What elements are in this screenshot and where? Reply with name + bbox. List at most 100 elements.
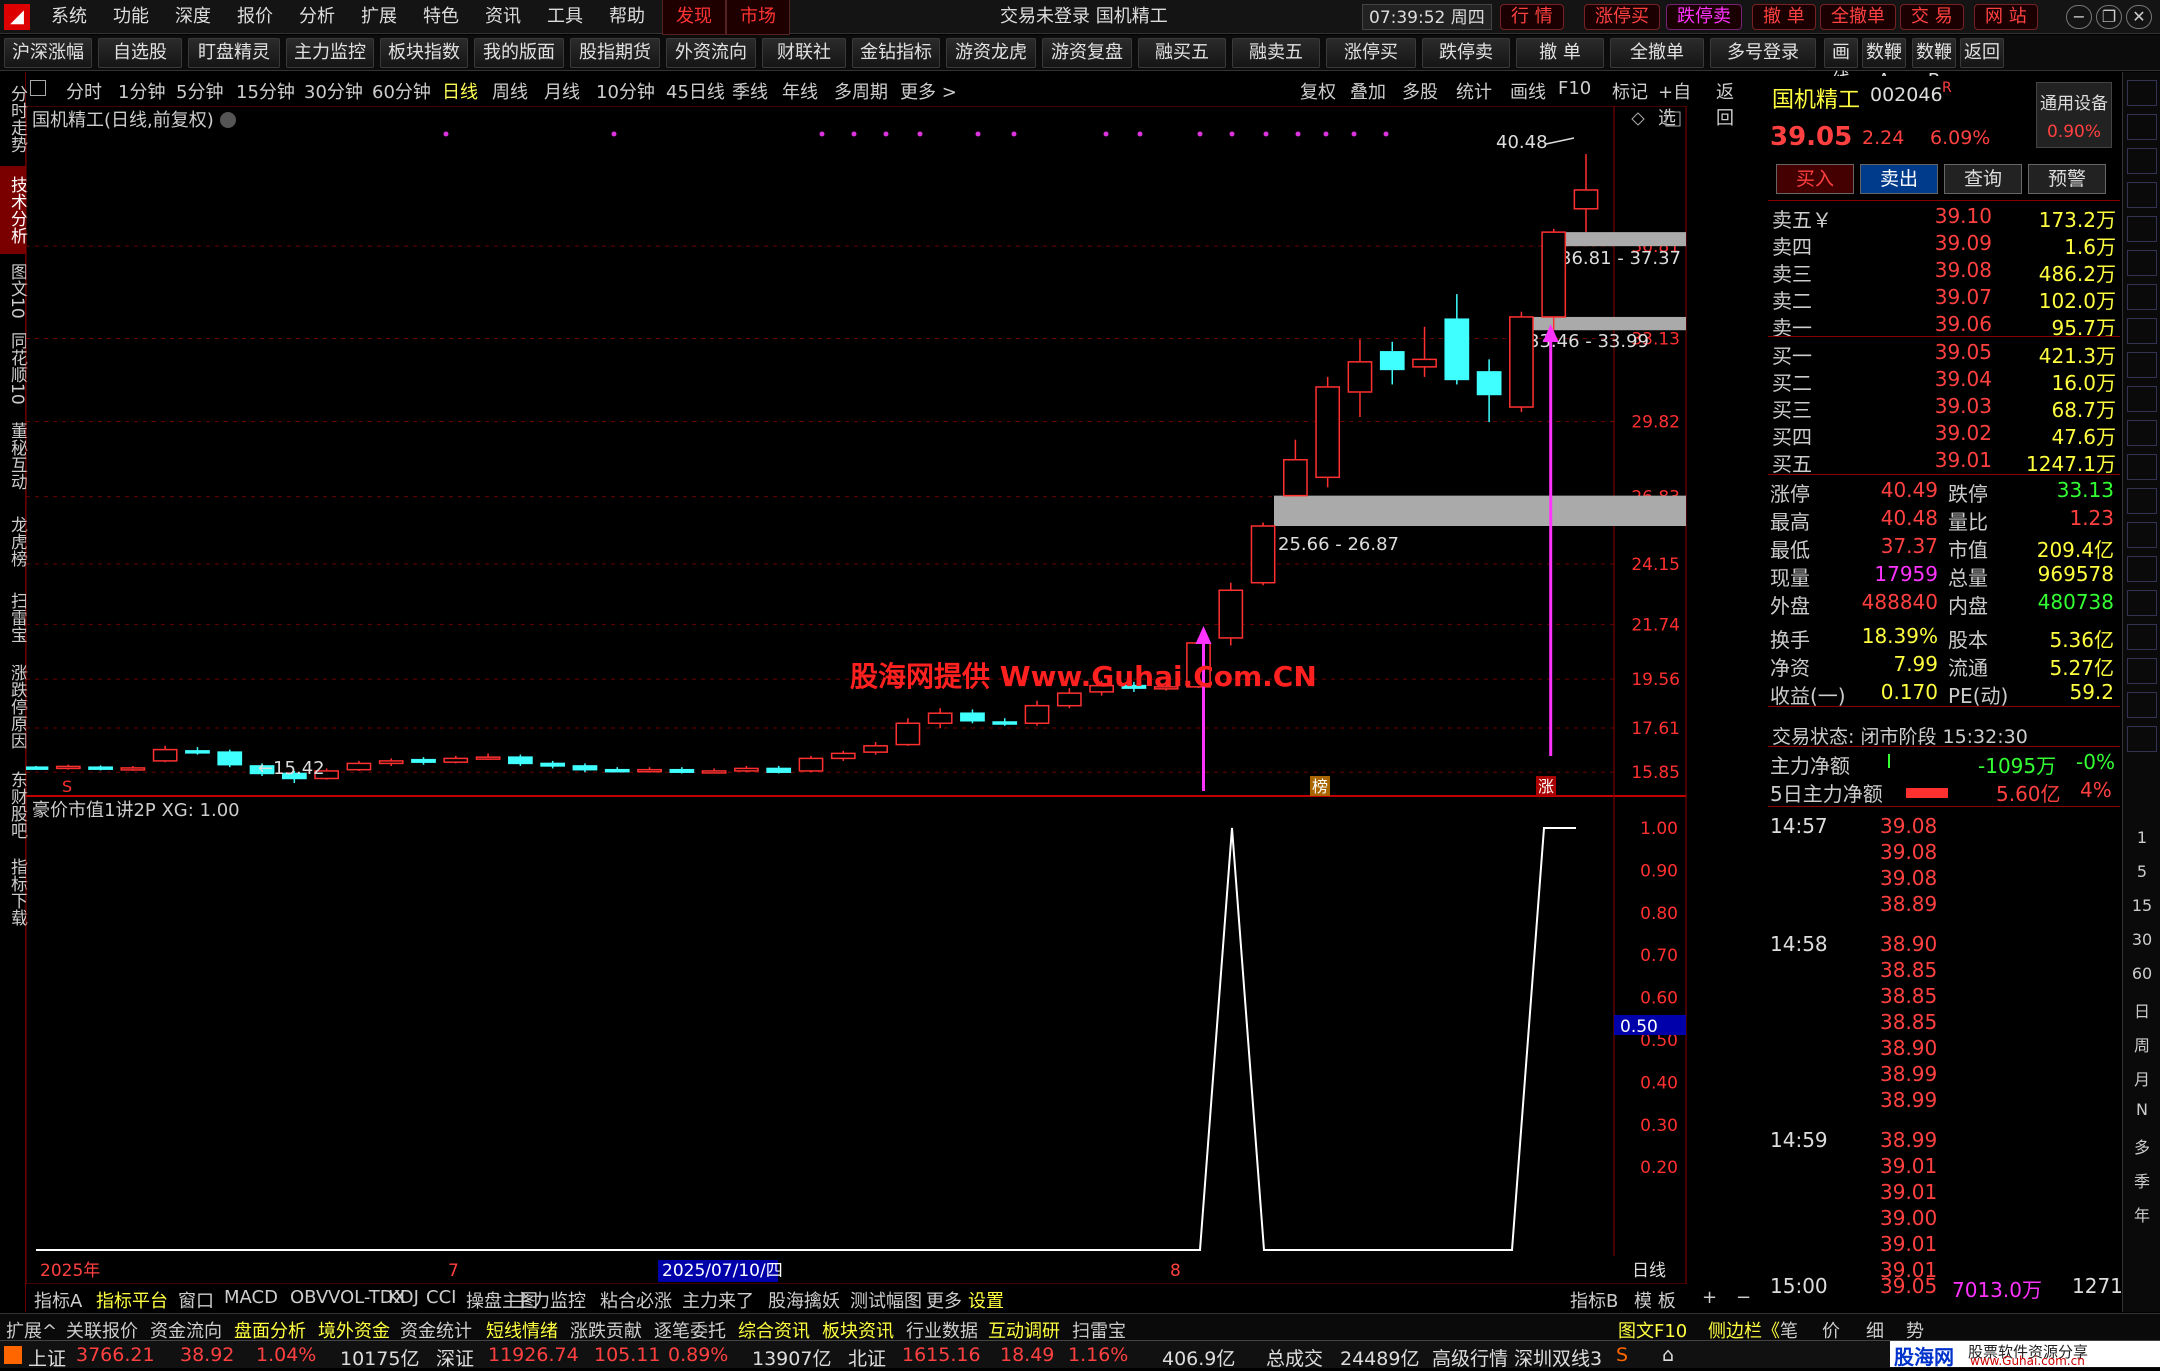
menu-item[interactable]: 分析 xyxy=(286,0,348,34)
chart-tool[interactable]: 多股 xyxy=(1402,78,1438,104)
trade-button[interactable]: 卖出 xyxy=(1860,164,1938,194)
tool-icon[interactable] xyxy=(2127,420,2157,446)
tool-icon[interactable] xyxy=(2127,454,2157,480)
period-tab[interactable]: 30分钟 xyxy=(304,78,363,104)
left-nav-item[interactable]: 技术分析 xyxy=(0,166,27,254)
menu-hl-item[interactable]: 发现 xyxy=(662,0,726,35)
chart-tool[interactable]: 叠加 xyxy=(1350,78,1386,104)
period-tab[interactable]: 10分钟 xyxy=(596,78,655,104)
tool-icon[interactable] xyxy=(2127,250,2157,276)
title-button[interactable]: 跌停卖 xyxy=(1666,4,1742,30)
toggle-panel-icon[interactable] xyxy=(30,80,46,96)
indicator-tool[interactable]: + xyxy=(1702,1287,1717,1308)
indicator-tab[interactable]: 窗口 xyxy=(178,1287,214,1313)
tool-icon[interactable] xyxy=(2127,318,2157,344)
toolbar-button[interactable]: 画线 xyxy=(1824,38,1858,91)
menu-item[interactable]: 扩展 xyxy=(348,0,410,34)
period-shortcut[interactable]: 多 xyxy=(2127,1134,2157,1158)
toolbar-button[interactable]: 主力监控 xyxy=(286,38,374,68)
period-tab[interactable]: 15分钟 xyxy=(236,78,295,104)
toolbar-button[interactable]: 全撤单 xyxy=(1610,38,1704,68)
period-shortcut[interactable]: 月 xyxy=(2127,1066,2157,1090)
indicator-tab[interactable]: OBV xyxy=(290,1287,328,1308)
tool-icon[interactable] xyxy=(2127,488,2157,514)
toolbar-button[interactable]: 数鞭B xyxy=(1912,38,1956,91)
menu-item[interactable]: 深度 xyxy=(162,0,224,34)
period-tab[interactable]: 45日线 xyxy=(666,78,725,104)
indicator-tab[interactable]: 设置 xyxy=(968,1287,1004,1313)
left-nav-item[interactable]: 董秘互动 xyxy=(0,412,27,500)
menu-item[interactable]: 系统 xyxy=(38,0,100,34)
menu-item[interactable]: 特色 xyxy=(410,0,472,34)
tool-icon[interactable] xyxy=(2127,352,2157,378)
indicator-tool[interactable]: 模 板 xyxy=(1634,1287,1676,1313)
menu-item[interactable]: 帮助 xyxy=(596,0,658,34)
sogou-icon[interactable]: S xyxy=(1616,1344,1628,1366)
left-nav-item[interactable]: 分时走势 xyxy=(0,76,27,162)
toolbar-button[interactable]: 游资复盘 xyxy=(1042,38,1132,68)
toolbar-button[interactable]: 数鞭A xyxy=(1862,38,1906,91)
toolbar-button[interactable]: 沪深涨幅 xyxy=(4,38,92,68)
indicator-tab[interactable]: 测试幅图 xyxy=(850,1287,922,1313)
tool-icon[interactable] xyxy=(2127,556,2157,582)
period-shortcut[interactable]: 季 xyxy=(2127,1168,2157,1192)
period-tab[interactable]: 更多 > xyxy=(900,78,957,104)
expand-icon[interactable] xyxy=(4,1346,22,1364)
indicator-tool[interactable]: 指标B xyxy=(1570,1287,1618,1313)
chart-tool[interactable]: 标记 xyxy=(1612,78,1648,104)
chart-tool[interactable]: 复权 xyxy=(1300,78,1336,104)
period-shortcut[interactable]: 日 xyxy=(2127,998,2157,1022)
toolbar-button[interactable]: 涨停买 xyxy=(1326,38,1416,68)
toolbar-button[interactable]: 盯盘精灵 xyxy=(188,38,280,68)
tool-icon[interactable] xyxy=(2127,658,2157,684)
period-tab[interactable]: 多周期 xyxy=(834,78,888,104)
tool-icon[interactable] xyxy=(2127,692,2157,718)
title-button[interactable]: 网 站 xyxy=(1974,4,2038,30)
title-button[interactable]: 交 易 xyxy=(1900,4,1964,30)
trade-button[interactable]: 买入 xyxy=(1776,164,1854,194)
chart-tool[interactable]: 统计 xyxy=(1456,78,1492,104)
tool-icon[interactable] xyxy=(2127,182,2157,208)
left-nav-item[interactable]: 东财股吧 xyxy=(0,762,27,848)
indicator-tab[interactable]: 更多 xyxy=(926,1287,962,1313)
indicator-tab[interactable]: MACD xyxy=(224,1287,278,1308)
period-tab[interactable]: 年线 xyxy=(782,78,818,104)
left-nav-item[interactable]: 图文10 xyxy=(0,258,27,324)
left-nav-item[interactable]: 同花顺10 xyxy=(0,328,27,408)
trade-button[interactable]: 预警 xyxy=(2028,164,2106,194)
toolbar-button[interactable]: 返回 xyxy=(1960,38,2004,68)
indicator-tab[interactable]: 指标A xyxy=(34,1287,82,1313)
period-tab[interactable]: 5分钟 xyxy=(176,78,223,104)
toolbar-button[interactable]: 我的版面 xyxy=(474,38,564,68)
toolbar-button[interactable]: 财联社 xyxy=(762,38,846,68)
period-tab[interactable]: 月线 xyxy=(544,78,580,104)
period-tab[interactable]: 1分钟 xyxy=(118,78,165,104)
tool-icon[interactable] xyxy=(2127,114,2157,140)
toolbar-button[interactable]: 自选股 xyxy=(98,38,182,68)
toolbar-button[interactable]: 股指期货 xyxy=(570,38,660,68)
period-tab[interactable]: 分时 xyxy=(66,78,102,104)
indicator-tab[interactable]: 股海擒妖 xyxy=(768,1287,840,1313)
left-nav-item[interactable]: 涨跌停原因 xyxy=(0,656,27,756)
indicator-tab[interactable]: 指标平台 xyxy=(96,1287,168,1313)
tool-icon[interactable] xyxy=(2127,80,2157,106)
toolbar-button[interactable]: 金钻指标 xyxy=(852,38,940,68)
left-nav-item[interactable]: 指标下载 xyxy=(0,852,27,932)
left-nav-item[interactable]: 扫雷宝 xyxy=(0,582,27,652)
indicator-tab[interactable]: KDJ xyxy=(388,1287,419,1308)
close-icon[interactable]: ✕ xyxy=(2126,5,2152,29)
toolbar-button[interactable]: 跌停卖 xyxy=(1422,38,1510,68)
chart-tool[interactable]: F10 xyxy=(1558,78,1591,99)
restore-icon[interactable]: ❐ xyxy=(2096,5,2122,29)
menu-item[interactable]: 工具 xyxy=(534,0,596,34)
period-shortcut[interactable]: 年 xyxy=(2127,1202,2157,1226)
chart-tool[interactable]: 画线 xyxy=(1510,78,1546,104)
indicator-tab[interactable]: CCI xyxy=(426,1287,456,1308)
toolbar-button[interactable]: 外资流向 xyxy=(666,38,756,68)
menu-item[interactable]: 报价 xyxy=(224,0,286,34)
period-shortcut[interactable]: N xyxy=(2127,1100,2157,1119)
title-button[interactable]: 行 情 xyxy=(1500,4,1564,30)
period-shortcut[interactable]: 5 xyxy=(2127,862,2157,881)
toolbar-button[interactable]: 多号登录 xyxy=(1710,38,1816,68)
title-button[interactable]: 撤 单 xyxy=(1752,4,1816,30)
